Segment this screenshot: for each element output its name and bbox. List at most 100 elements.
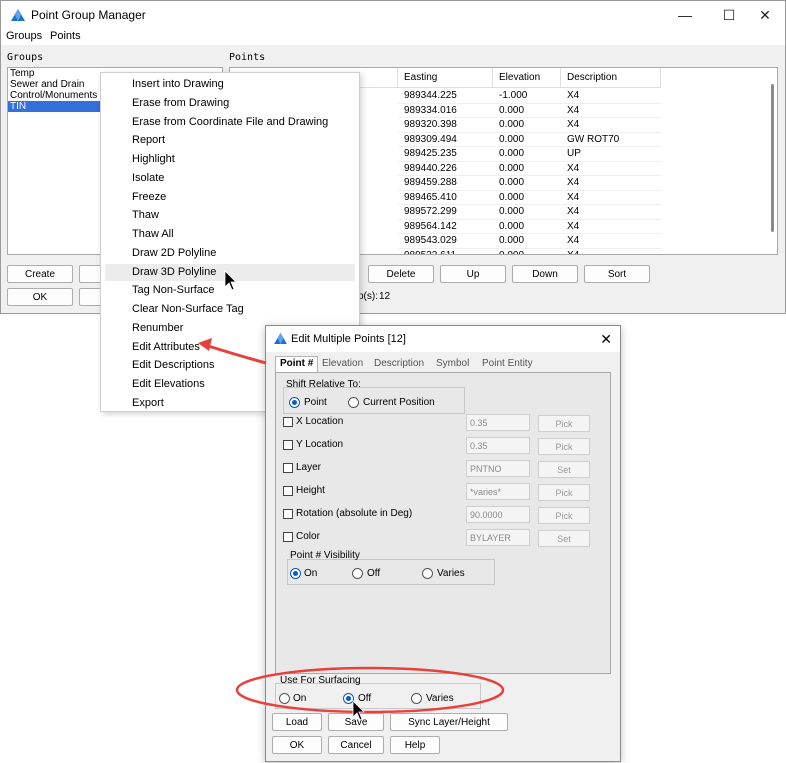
shift-current-position-radio[interactable] (348, 397, 359, 408)
tab-elevation[interactable]: Elevation (318, 357, 367, 372)
surfacing-off-radio[interactable] (343, 693, 354, 704)
visibility-group: Point # Visibility On Off Varies (287, 550, 495, 585)
close-icon[interactable]: ✕ (600, 331, 612, 348)
table-cell: X4 (561, 191, 661, 205)
title-bar[interactable]: Point Group Manager — ☐ ✕ (1, 1, 785, 29)
color-set-button[interactable]: Set (538, 530, 590, 547)
color-checkbox[interactable] (283, 532, 293, 542)
table-cell: 989572.299 (398, 205, 493, 220)
table-cell: 0.000 (493, 133, 561, 147)
surfacing-varies-radio[interactable] (411, 693, 422, 704)
table-cell: 0.000 (493, 220, 561, 234)
table-cell: X4 (561, 104, 661, 118)
group-item-selected[interactable]: TIN (8, 101, 100, 112)
vertical-scrollbar[interactable] (769, 70, 777, 254)
layer-checkbox[interactable] (283, 463, 293, 473)
ok-button[interactable]: OK (272, 736, 322, 754)
menu-item-freeze[interactable]: Freeze (105, 189, 355, 206)
create-button[interactable]: Create (7, 265, 73, 283)
visibility-varies-radio[interactable] (422, 568, 433, 579)
height-checkbox[interactable] (283, 486, 293, 496)
table-cell: X4 (561, 220, 661, 234)
color-field[interactable]: BYLAYER (466, 529, 530, 546)
rotation-absolute-in-deg-checkbox[interactable] (283, 509, 293, 519)
x-location-label: X Location (296, 416, 344, 427)
table-cell: X4 (561, 89, 661, 104)
height-field[interactable]: *varies* (466, 483, 530, 500)
visibility-off-radio[interactable] (352, 568, 363, 579)
menu-groups[interactable]: Groups (6, 30, 42, 42)
rotation-absolute-in-deg-label: Rotation (absolute in Deg) (296, 508, 413, 519)
load-button[interactable]: Load (272, 713, 322, 731)
shift-relative-group: Shift Relative To: Point Current Positio… (283, 379, 465, 414)
surfacing-off-label: Off (358, 693, 372, 704)
menu-item-draw-3d-polyline[interactable]: Draw 3D Polyline (105, 263, 355, 281)
up-button[interactable]: Up (440, 265, 506, 283)
menu-item-draw-2d-polyline[interactable]: Draw 2D Polyline (105, 245, 355, 262)
dialog-title-bar[interactable]: Edit Multiple Points [12] ✕ (266, 326, 620, 352)
down-button[interactable]: Down (512, 265, 578, 283)
layer-set-button[interactable]: Set (538, 461, 590, 478)
table-cell: GW ROT70 (561, 133, 661, 147)
tab-point-entity[interactable]: Point Entity (478, 357, 537, 372)
tab-symbol[interactable]: Symbol (432, 357, 473, 372)
rotation-absolute-in-deg-field[interactable]: 90.0000 (466, 506, 530, 523)
menu-item-thaw-all[interactable]: Thaw All (105, 226, 355, 243)
save-button[interactable]: Save (328, 713, 384, 731)
scrollbar-thumb[interactable] (771, 84, 774, 232)
tab-description[interactable]: Description (370, 357, 428, 372)
sync-layer-height-button[interactable]: Sync Layer/Height (390, 713, 508, 731)
menu-item-report[interactable]: Report (105, 132, 355, 149)
sort-button[interactable]: Sort (584, 265, 650, 283)
table-cell: 0.000 (493, 147, 561, 162)
table-cell: 0.000 (493, 249, 561, 255)
layer-field[interactable]: PNTNO (466, 460, 530, 477)
shift-point-label: Point (304, 397, 327, 408)
menu-item-isolate[interactable]: Isolate (105, 170, 355, 187)
visibility-off-label: Off (367, 568, 381, 579)
menu-item-erase-from-drawing[interactable]: Erase from Drawing (105, 95, 355, 112)
x-location-checkbox[interactable] (283, 417, 293, 427)
x-location-pick-button[interactable]: Pick (538, 415, 590, 432)
visibility-on-radio[interactable] (290, 568, 301, 579)
surfacing-on-radio[interactable] (279, 693, 290, 704)
y-location-field[interactable]: 0.35 (466, 437, 530, 454)
menu-item-highlight[interactable]: Highlight (105, 151, 355, 168)
tab-point-number[interactable]: Point # (275, 356, 319, 373)
menu-item-insert-into-drawing[interactable]: Insert into Drawing (105, 76, 355, 93)
table-cell: X4 (561, 205, 661, 220)
layer-label: Layer (296, 462, 322, 473)
delete-button[interactable]: Delete (368, 265, 434, 283)
surfacing-group: Use For Surfacing On Off Varies (275, 675, 481, 709)
window-title: Point Group Manager (31, 8, 146, 22)
y-location-label: Y Location (296, 439, 344, 450)
menu-item-erase-from-coordinate-file-and-drawing[interactable]: Erase from Coordinate File and Drawing (105, 114, 355, 131)
close-icon[interactable]: ✕ (743, 1, 786, 29)
x-location-field[interactable]: 0.35 (466, 414, 530, 431)
y-location-pick-button[interactable]: Pick (538, 438, 590, 455)
menu-item-clear-non-surface-tag[interactable]: Clear Non-Surface Tag (105, 301, 355, 318)
column-header-description[interactable]: Description (561, 68, 661, 88)
table-cell: 0.000 (493, 176, 561, 191)
menu-item-thaw[interactable]: Thaw (105, 207, 355, 224)
table-cell: X4 (561, 249, 661, 255)
rotation-absolute-in-deg-pick-button[interactable]: Pick (538, 507, 590, 524)
column-header-elevation[interactable]: Elevation (493, 68, 561, 88)
help-button[interactable]: Help (390, 736, 440, 754)
minimize-icon[interactable]: — (663, 1, 707, 29)
table-cell: 989465.410 (398, 191, 493, 205)
column-header-easting[interactable]: Easting (398, 68, 493, 88)
menu-item-tag-non-surface[interactable]: Tag Non-Surface (105, 282, 355, 299)
groups-section-label: Groups (7, 52, 44, 63)
table-cell: X4 (561, 162, 661, 176)
ok-button[interactable]: OK (7, 288, 73, 306)
cancel-button[interactable]: Cancel (328, 736, 384, 754)
table-cell: 0.000 (493, 191, 561, 205)
shift-point-radio[interactable] (289, 397, 300, 408)
surfacing-label: Use For Surfacing (280, 675, 361, 686)
table-cell: 989320.398 (398, 118, 493, 133)
menu-points[interactable]: Points (50, 30, 81, 42)
height-pick-button[interactable]: Pick (538, 484, 590, 501)
table-cell: 0.000 (493, 118, 561, 133)
y-location-checkbox[interactable] (283, 440, 293, 450)
